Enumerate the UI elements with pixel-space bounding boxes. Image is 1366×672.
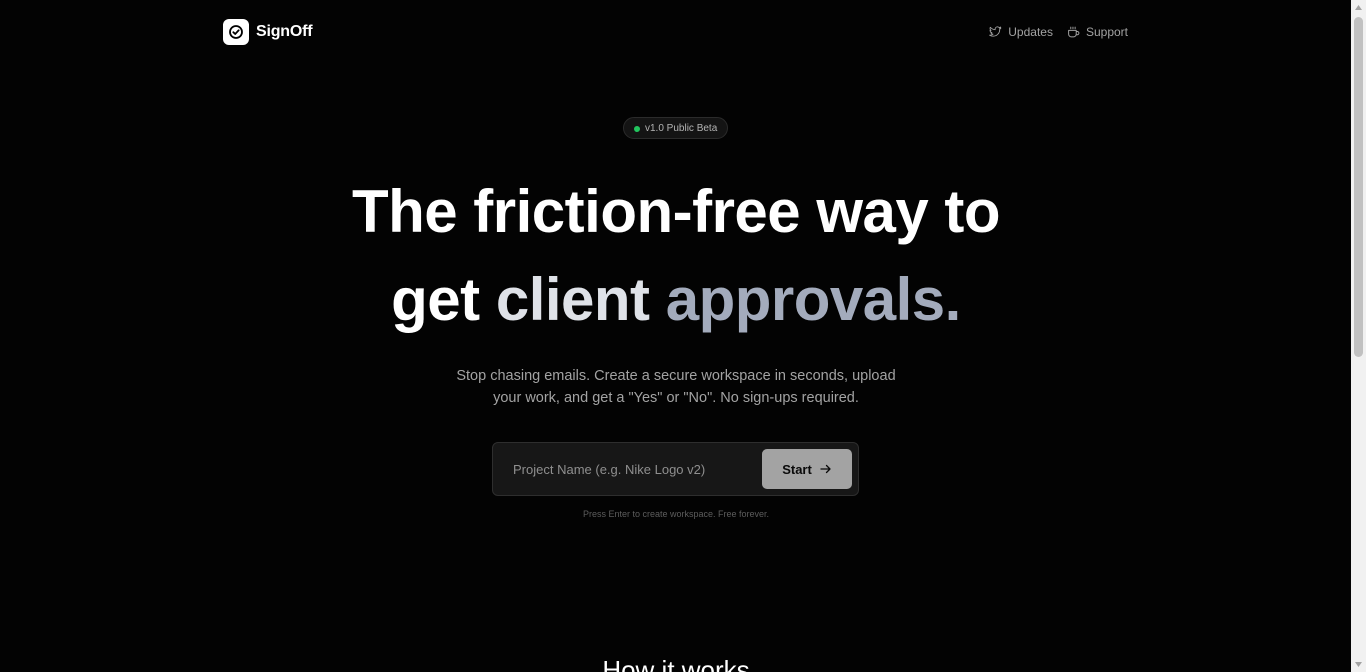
start-button[interactable]: Start	[762, 449, 852, 489]
top-nav: Updates Support	[989, 25, 1128, 39]
check-circle-icon	[223, 19, 249, 45]
headline-word-client: client	[495, 266, 650, 333]
nav-updates-link[interactable]: Updates	[989, 25, 1053, 39]
how-it-works-heading: How it works	[602, 655, 750, 672]
arrow-right-icon	[820, 462, 832, 477]
coffee-icon	[1067, 26, 1080, 38]
hero-description: Stop chasing emails. Create a secure wor…	[0, 365, 1352, 409]
brand-logo[interactable]: SignOff	[223, 19, 313, 45]
hero-headline: The friction-free way to get client appr…	[0, 168, 1352, 344]
badge-label: v1.0 Public Beta	[645, 122, 718, 134]
headline-word-approvals: approvals.	[665, 266, 962, 333]
twitter-icon	[989, 26, 1002, 38]
version-badge: v1.0 Public Beta	[623, 117, 729, 139]
status-dot-icon	[634, 125, 640, 132]
description-line-2: your work, and get a "Yes" or "No". No s…	[493, 390, 859, 406]
scroll-up-arrow-icon[interactable]	[1351, 0, 1366, 15]
start-button-label: Start	[782, 461, 812, 477]
headline-line-2: get client approvals.	[0, 256, 1352, 344]
project-name-input[interactable]	[513, 461, 762, 477]
description-line-1: Stop chasing emails. Create a secure wor…	[456, 368, 896, 384]
page-scrollbar[interactable]	[1351, 0, 1366, 672]
nav-support-link[interactable]: Support	[1067, 25, 1128, 39]
headline-line-1: The friction-free way to	[351, 178, 1001, 245]
brand-name: SignOff	[256, 23, 313, 40]
scrollbar-thumb[interactable]	[1354, 17, 1363, 357]
form-hint: Press Enter to create workspace. Free fo…	[582, 509, 770, 519]
nav-updates-label: Updates	[1008, 25, 1053, 39]
create-workspace-form: Start	[492, 442, 859, 496]
nav-support-label: Support	[1085, 25, 1128, 39]
scroll-down-arrow-icon[interactable]	[1351, 657, 1366, 672]
headline-word-get: get	[391, 266, 480, 333]
page: SignOff Updates Support v1.0 Public Beta…	[0, 0, 1366, 672]
